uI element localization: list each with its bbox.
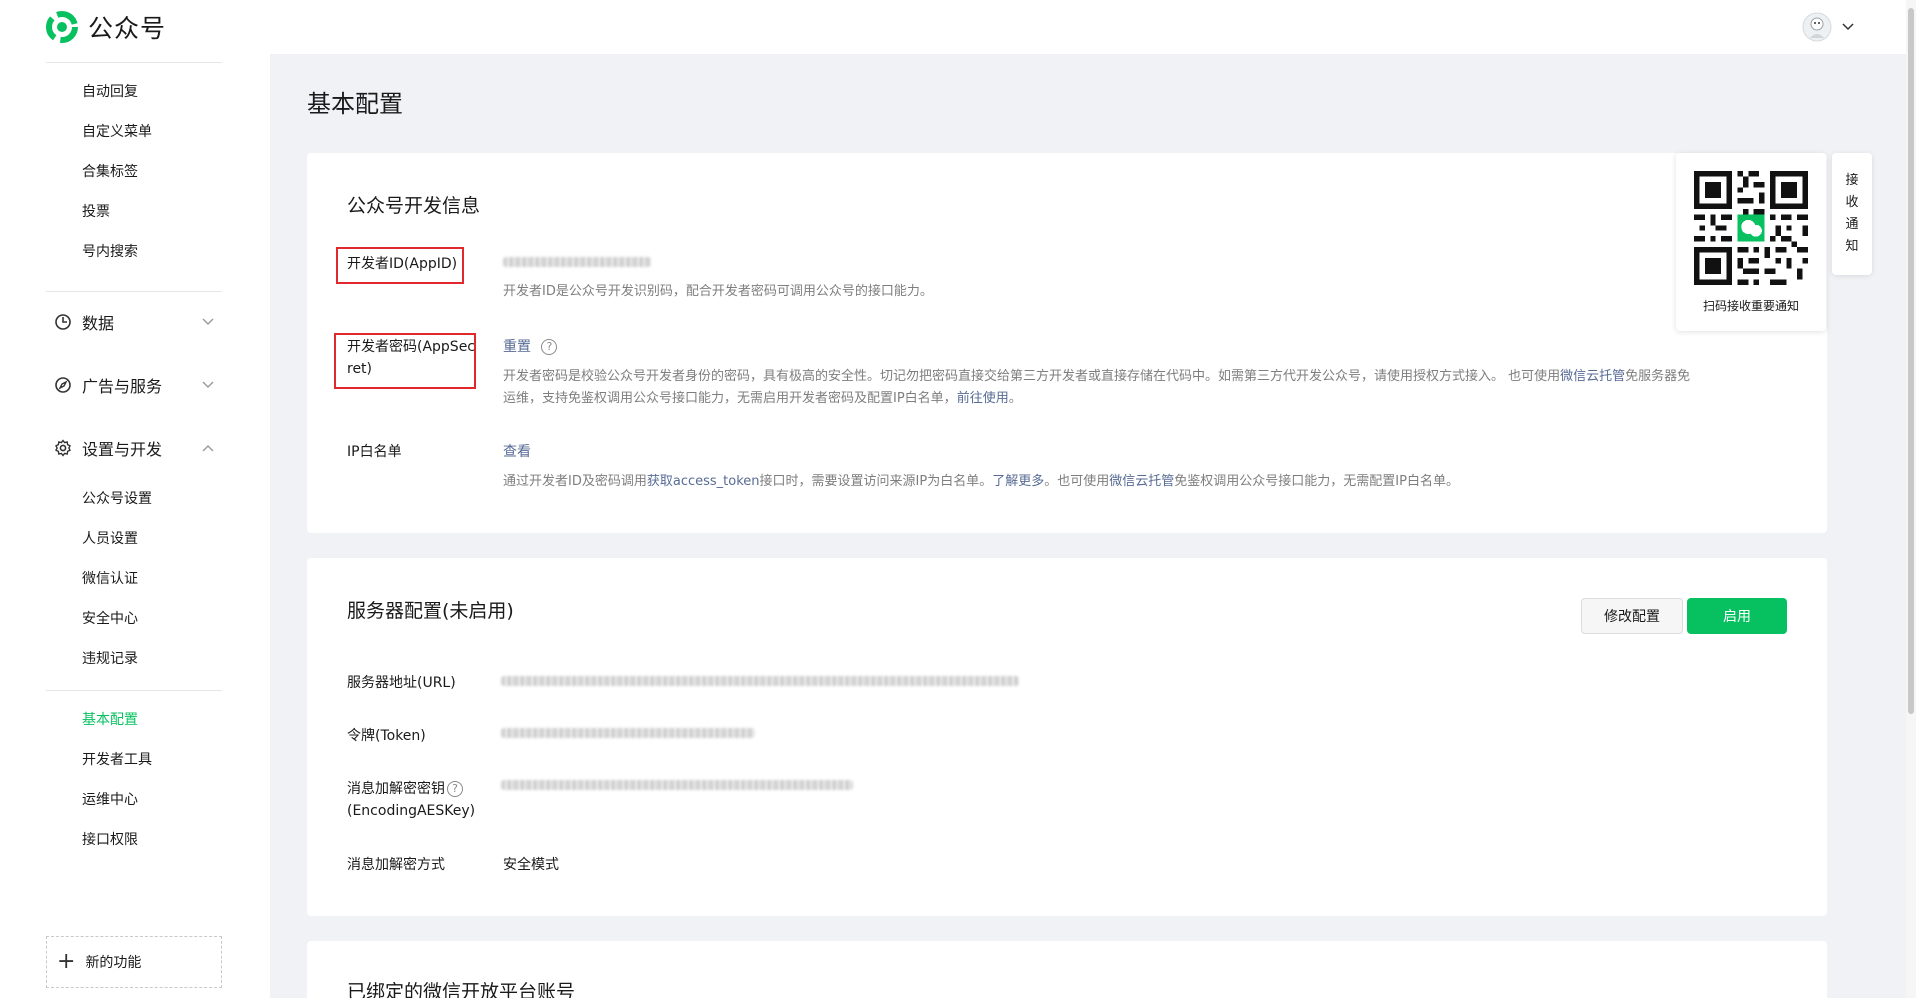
sidebar-item-staff-settings[interactable]: 人员设置 xyxy=(82,529,138,549)
qr-caption: 扫码接收重要通知 xyxy=(1702,299,1799,313)
token-label: 令牌(Token) xyxy=(347,728,426,744)
top-bar: 公众号 xyxy=(0,0,1916,54)
secret-desc-text: 开发者密码是校验公众号开发者身份的密码，具有极高的安全性。切记勿把密码直接交给第… xyxy=(503,369,1561,384)
sidebar-group-data[interactable]: 数据 xyxy=(54,310,214,334)
server-url-label: 服务器地址(URL) xyxy=(347,675,456,691)
secret-desc-text: 免服务器免 xyxy=(1625,369,1691,384)
sidebar-group-label: 广告与服务 xyxy=(82,377,163,396)
secret-desc-text: 。 xyxy=(1008,391,1022,406)
sidebar-divider xyxy=(46,690,222,691)
cloud-hosting-link[interactable]: 微信云托管 xyxy=(1560,369,1625,384)
sidebar-item-account-settings[interactable]: 公众号设置 xyxy=(82,489,152,509)
help-icon[interactable]: ? xyxy=(541,339,558,355)
ip-desc-text: 接口时，需要设置访问来源IP为白名单。 xyxy=(759,474,993,489)
open-platform-card: 已绑定的微信开放平台账号 xyxy=(307,941,1827,998)
secret-label-line-2: ret) xyxy=(347,361,373,377)
page-title: 基本配置 xyxy=(307,90,403,118)
aes-key-label-line-2: (EncodingAESKey) xyxy=(347,803,476,819)
secret-label-line-1: 开发者密码(AppSec xyxy=(347,339,476,355)
clock-icon xyxy=(55,314,71,330)
encrypt-mode-value: 安全模式 xyxy=(503,857,559,873)
reset-secret-link[interactable]: 重置 xyxy=(503,339,531,355)
sidebar-divider xyxy=(46,291,222,292)
sidebar-group-ads[interactable]: 广告与服务 xyxy=(54,373,214,397)
secret-desc-line-1: 开发者密码是校验公众号开发者身份的密码，具有极高的安全性。切记勿把密码直接交给第… xyxy=(503,366,1793,388)
sidebar-group-label: 数据 xyxy=(82,314,115,333)
sidebar-item-collection-tags[interactable]: 合集标签 xyxy=(82,162,138,182)
aes-key-label-text: 消息加解密密钥 xyxy=(347,781,445,797)
encrypt-mode-label: 消息加解密方式 xyxy=(347,857,445,873)
ip-whitelist-label: IP白名单 xyxy=(347,444,402,460)
appid-value-redacted xyxy=(503,257,651,267)
sidebar-item-violations[interactable]: 违规记录 xyxy=(82,649,138,669)
secret-desc-text: 运维，支持免鉴权调用公众号接口能力，无需启用开发者密码及配置IP白名单， xyxy=(503,391,957,406)
avatar xyxy=(1802,12,1832,42)
new-feature-button[interactable]: + 新的功能 xyxy=(46,936,222,988)
chevron-down-icon xyxy=(1842,23,1854,31)
chevron-down-icon xyxy=(202,381,214,388)
notice-tab-char: 通 xyxy=(1845,217,1859,232)
aes-key-value-redacted xyxy=(501,780,853,790)
sidebar-item-api-permissions[interactable]: 接口权限 xyxy=(82,830,138,850)
brand[interactable]: 公众号 xyxy=(44,9,166,45)
sidebar-item-dev-tools[interactable]: 开发者工具 xyxy=(82,750,152,770)
qr-code-image xyxy=(1694,171,1808,285)
help-icon[interactable]: ? xyxy=(447,781,463,797)
secret-label: 开发者密码(AppSec ret) xyxy=(347,336,475,380)
sidebar-group-settings[interactable]: 设置与开发 xyxy=(54,436,214,460)
aes-key-label: 消息加解密密钥? (EncodingAESKey) xyxy=(347,778,475,822)
appid-label: 开发者ID(AppID) xyxy=(347,256,458,272)
page-scrollbar-thumb[interactable] xyxy=(1908,8,1914,714)
go-use-link[interactable]: 前往使用 xyxy=(957,391,1009,406)
sidebar-item-vote[interactable]: 投票 xyxy=(82,202,110,222)
secret-actions: 重置 ? xyxy=(503,336,558,358)
sidebar-divider xyxy=(46,62,222,63)
server-url-value-redacted xyxy=(501,676,1019,686)
appid-description: 开发者ID是公众号开发识别码，配合开发者密码可调用公众号的接口能力。 xyxy=(503,284,933,299)
sidebar-item-basic-config[interactable]: 基本配置 xyxy=(82,710,138,730)
aes-key-label-line-1: 消息加解密密钥? xyxy=(347,778,475,800)
brand-name: 公众号 xyxy=(88,14,167,43)
ip-whitelist-description: 通过开发者ID及密码调用获取access_token接口时，需要设置访问来源IP… xyxy=(503,471,1793,493)
ip-desc-text: 。也可使用 xyxy=(1044,474,1110,489)
plus-icon: + xyxy=(57,949,76,974)
dev-info-title: 公众号开发信息 xyxy=(347,195,481,217)
server-config-title: 服务器配置(未启用) xyxy=(347,600,514,622)
wechat-mp-logo-icon xyxy=(46,11,78,43)
sidebar-item-search[interactable]: 号内搜索 xyxy=(82,242,138,262)
notice-tab-char: 收 xyxy=(1845,195,1859,210)
compass-icon xyxy=(55,377,71,393)
notice-tab-char: 接 xyxy=(1845,173,1859,188)
sidebar-item-custom-menu[interactable]: 自定义菜单 xyxy=(82,122,152,142)
server-config-card: 服务器配置(未启用) 修改配置 启用 服务器地址(URL) 令牌(Token) … xyxy=(307,558,1827,916)
enable-button[interactable]: 启用 xyxy=(1687,598,1787,634)
qr-notice-popup: 扫码接收重要通知 xyxy=(1676,153,1826,331)
sidebar-item-ops-center[interactable]: 运维中心 xyxy=(82,790,138,810)
sidebar-group-label: 设置与开发 xyxy=(82,440,163,459)
ip-desc-text: 免鉴权调用公众号接口能力，无需配置IP白名单。 xyxy=(1174,474,1459,489)
sidebar-item-wechat-verify[interactable]: 微信认证 xyxy=(82,569,138,589)
ip-desc-text: 通过开发者ID及密码调用 xyxy=(503,474,647,489)
new-feature-label: 新的功能 xyxy=(85,955,142,971)
view-ip-whitelist-link[interactable]: 查看 xyxy=(503,441,531,463)
learn-more-link[interactable]: 了解更多 xyxy=(992,474,1044,489)
receive-notice-tab[interactable]: 接 收 通 知 xyxy=(1832,153,1872,275)
cloud-hosting-link[interactable]: 微信云托管 xyxy=(1109,474,1174,489)
secret-description: 开发者密码是校验公众号开发者身份的密码，具有极高的安全性。切记勿把密码直接交给第… xyxy=(503,366,1793,410)
gear-icon xyxy=(55,439,71,457)
account-menu[interactable] xyxy=(1802,12,1854,42)
notice-tab-char: 知 xyxy=(1845,239,1859,254)
sidebar-item-auto-reply[interactable]: 自动回复 xyxy=(82,82,138,102)
secret-desc-line-2: 运维，支持免鉴权调用公众号接口能力，无需启用开发者密码及配置IP白名单，前往使用… xyxy=(503,388,1793,410)
chevron-up-icon xyxy=(202,445,214,452)
sidebar-item-security-center[interactable]: 安全中心 xyxy=(82,609,138,629)
sidebar: 自动回复 自定义菜单 合集标签 投票 号内搜索 数据 广告与服务 设置与开发 公… xyxy=(0,54,270,998)
token-value-redacted xyxy=(501,728,755,738)
open-platform-title: 已绑定的微信开放平台账号 xyxy=(347,981,576,998)
modify-config-button[interactable]: 修改配置 xyxy=(1581,598,1683,634)
dev-info-card: 公众号开发信息 开发者ID(AppID) 开发者ID是公众号开发识别码，配合开发… xyxy=(307,153,1827,533)
chevron-down-icon xyxy=(202,318,214,325)
access-token-link[interactable]: 获取access_token xyxy=(647,474,760,489)
